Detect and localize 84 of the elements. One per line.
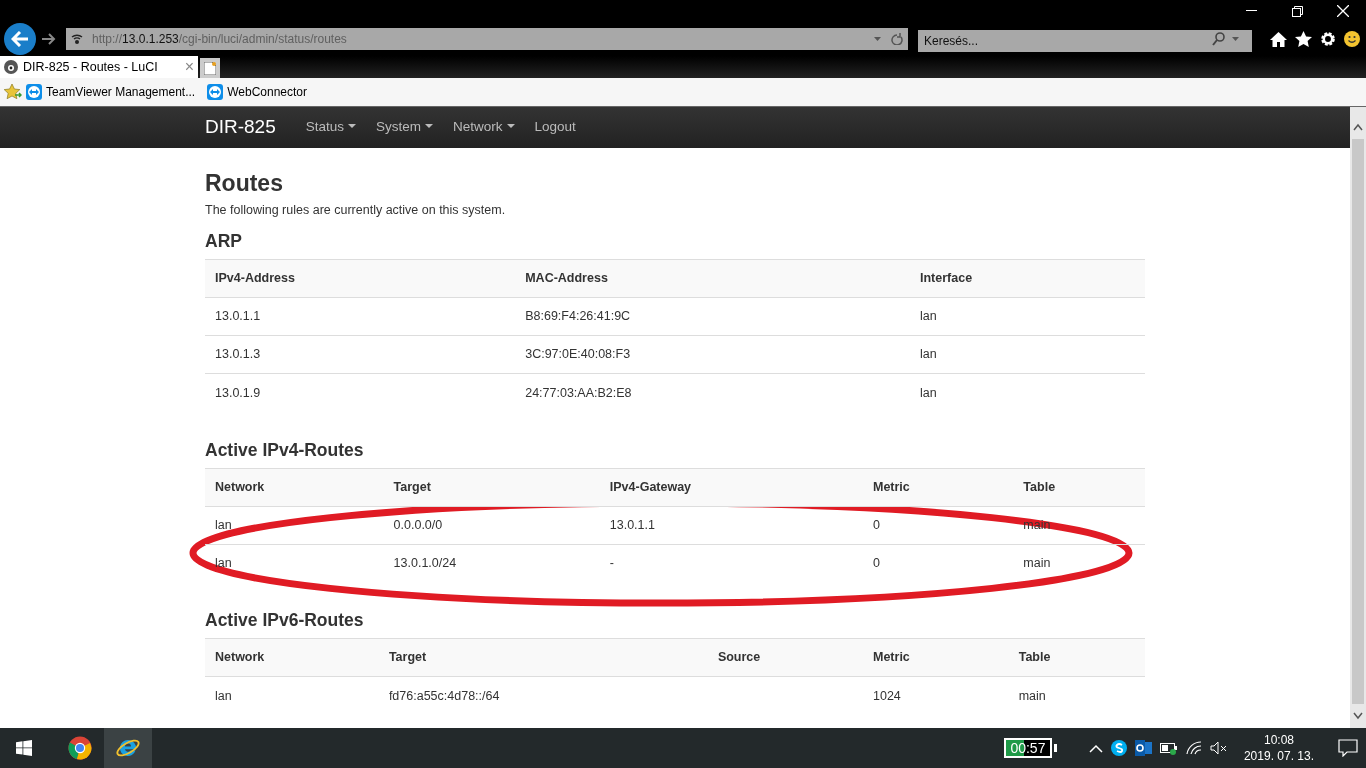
- favorites-star-icon[interactable]: [4, 84, 22, 100]
- column-header: Table: [1013, 468, 1145, 507]
- column-header: Network: [205, 468, 384, 507]
- s-logo-icon[interactable]: [1110, 740, 1127, 756]
- column-header: Metric: [862, 468, 1014, 507]
- smiley-icon[interactable]: [1344, 31, 1360, 47]
- menu-dropdown[interactable]: System: [366, 117, 444, 138]
- site-icon: [4, 60, 18, 74]
- tab-title: DIR-825 - Routes - LuCI: [23, 58, 159, 76]
- table-cell: lan: [910, 297, 1145, 336]
- chevron-up-icon[interactable]: [1088, 743, 1103, 753]
- table-cell: 1024: [863, 676, 1009, 715]
- column-header: Target: [378, 638, 708, 677]
- close-icon: [1337, 5, 1349, 17]
- o-logo-icon[interactable]: [1134, 740, 1152, 756]
- section-title: ARP: [205, 231, 243, 253]
- table-cell: B8:69:F4:26:41:9C: [515, 297, 910, 336]
- table-cell: 0.0.0.0/0: [383, 506, 600, 545]
- table-cell: lan: [910, 335, 1145, 374]
- column-header: IPv4-Address: [205, 259, 516, 298]
- home-icon[interactable]: [1270, 31, 1287, 47]
- table-cell: 24:77:03:AA:B2:E8: [515, 373, 910, 412]
- column-header: Table: [1008, 638, 1145, 677]
- column-header: Network: [205, 638, 379, 677]
- brand-title[interactable]: DIR-825: [205, 113, 276, 142]
- table-cell: lan: [205, 506, 384, 545]
- windows-logo-icon: [16, 740, 32, 756]
- table-cell: 0: [862, 544, 1014, 583]
- menu-dropdown[interactable]: Network: [443, 117, 525, 138]
- forward-arrow-icon: [42, 33, 56, 45]
- table-cell: lan: [910, 373, 1145, 412]
- table-cell: 0: [862, 506, 1014, 545]
- page-description: The following rules are currently active on this system.: [205, 201, 507, 219]
- table-cell: fd76:a55c:4d78::/64: [378, 676, 708, 715]
- scrollbar[interactable]: [1350, 107, 1366, 728]
- page-title: Routes: [205, 170, 284, 198]
- table-cell: -: [599, 544, 863, 583]
- table-cell: lan: [205, 676, 379, 715]
- wifi-icon[interactable]: [1185, 741, 1202, 755]
- dropdown-refresh-icon[interactable]: [874, 33, 904, 45]
- table-cell: 13.0.1.3: [205, 335, 516, 374]
- menu-dropdown[interactable]: Status: [295, 117, 367, 138]
- search-field[interactable]: Keresés...: [918, 30, 1252, 52]
- two-way-arrow-icon: [207, 84, 224, 100]
- clock-time[interactable]: 10:08: [1243, 731, 1314, 748]
- muted-speaker-icon[interactable]: [1209, 741, 1228, 755]
- scroll-down-icon[interactable]: [1353, 712, 1363, 720]
- column-header: Source: [707, 638, 863, 677]
- scroll-up-icon[interactable]: [1353, 123, 1363, 131]
- column-header: IPv4-Gateway: [599, 468, 863, 507]
- table-cell: 3C:97:0E:40:08:F3: [515, 335, 910, 374]
- internet-explorer-icon[interactable]: [104, 728, 152, 768]
- column-header: Metric: [863, 638, 1009, 677]
- column-header: Target: [383, 468, 600, 507]
- site-signal-icon: [70, 33, 84, 45]
- nav-link[interactable]: Logout: [524, 117, 586, 138]
- section-title: Active IPv4-Routes: [205, 439, 365, 461]
- column-header: MAC-Address: [515, 259, 910, 298]
- minimize-icon: [1245, 10, 1257, 12]
- new-page-icon: [204, 61, 216, 75]
- table-cell: lan: [205, 544, 384, 583]
- section-title: Active IPv6-Routes: [205, 610, 365, 632]
- table-cell: main: [1008, 676, 1145, 715]
- battery-icon[interactable]: [1159, 741, 1178, 755]
- table-cell: 13.0.1.0/24: [383, 544, 600, 583]
- back-button[interactable]: [4, 23, 36, 55]
- table-cell: 13.0.1.1: [205, 297, 516, 336]
- notification-icon[interactable]: [1338, 739, 1358, 757]
- two-way-arrow-icon: [26, 84, 42, 100]
- column-header: Interface: [910, 259, 1145, 298]
- restore-icon: [1291, 5, 1303, 17]
- table-cell: 13.0.1.1: [599, 506, 863, 545]
- star-icon[interactable]: [1295, 31, 1312, 47]
- table-cell: main: [1013, 544, 1145, 583]
- tab-close-button[interactable]: ×: [184, 55, 194, 79]
- favorite-link[interactable]: TeamViewer Management...: [46, 83, 196, 101]
- favorite-link[interactable]: WebConnector: [227, 83, 307, 101]
- address-field[interactable]: http://13.0.1.253/cgi-bin/luci/admin/status/routes: [66, 28, 908, 50]
- browser-tab[interactable]: DIR-825 - Routes - LuCI ×: [0, 56, 198, 78]
- clock-date[interactable]: 2019. 07. 13.: [1243, 748, 1314, 765]
- back-arrow-icon: [11, 31, 29, 47]
- battery-tip: [1053, 744, 1057, 752]
- settings-icon[interactable]: [1320, 31, 1336, 47]
- table-cell: 13.0.1.9: [205, 373, 516, 412]
